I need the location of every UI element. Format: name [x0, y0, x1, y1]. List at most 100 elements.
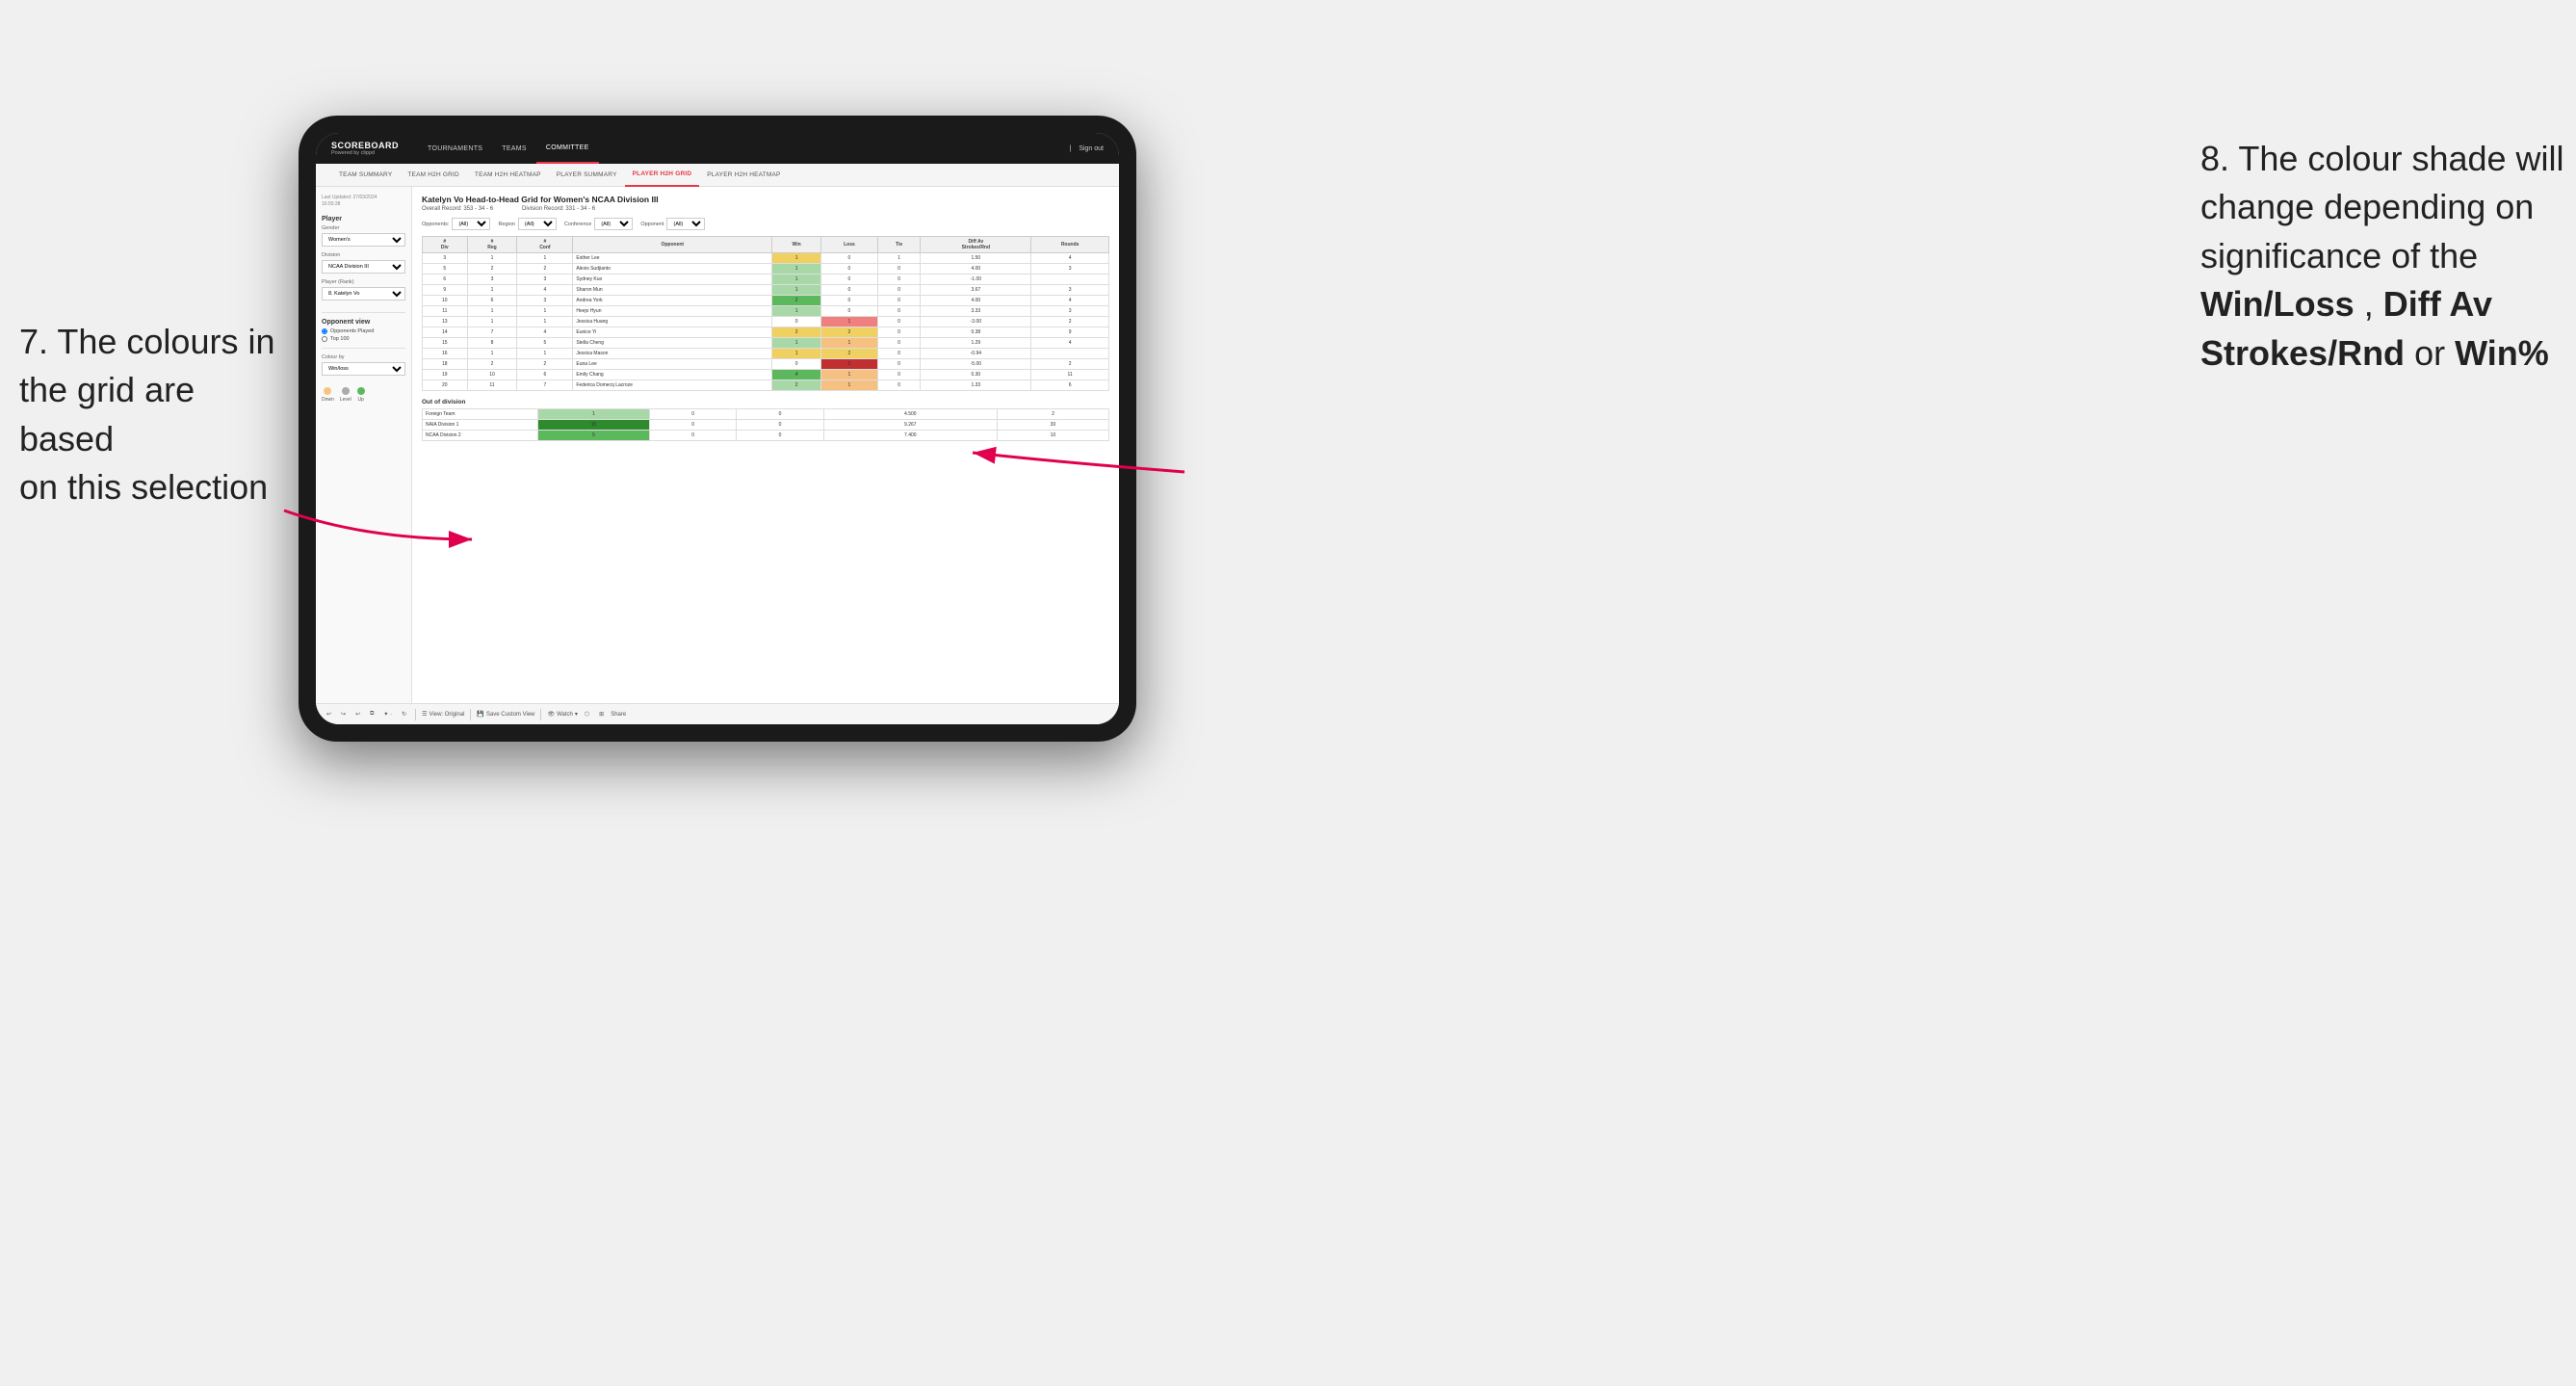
colour-dot-level: [342, 387, 350, 395]
grid-title: Katelyn Vo Head-to-Head Grid for Women's…: [422, 195, 1109, 204]
table-row: 633 Sydney Kuo 1 0 0 -1.00: [423, 275, 1109, 285]
save-icon: 💾: [477, 711, 483, 718]
colour-legend-down: Down: [322, 387, 334, 403]
table-row: 1822 Euna Lee 0 2 0 -5.002: [423, 359, 1109, 370]
radio-opponents-played-input[interactable]: [322, 328, 327, 334]
sub-nav-team-h2h-heatmap[interactable]: TEAM H2H HEATMAP: [467, 164, 549, 187]
sidebar-colour-by-select[interactable]: Win/loss: [322, 362, 405, 376]
toolbar-save-custom[interactable]: 💾 Save Custom View: [477, 711, 534, 718]
nav-items: TOURNAMENTS TEAMS COMMITTEE: [418, 133, 1069, 164]
col-div: #Div: [423, 237, 468, 253]
sub-nav-player-summary[interactable]: PLAYER SUMMARY: [549, 164, 625, 187]
sidebar-division-select[interactable]: NCAA Division III: [322, 260, 405, 274]
ood-table: Foreign Team 1 0 0 4.500 2 NAIA Division…: [422, 408, 1109, 441]
radio-top100-label: Top 100: [330, 336, 350, 342]
col-win: Win: [772, 237, 821, 253]
table-row: 914 Sharon Mun 1 0 0 3.673: [423, 285, 1109, 296]
table-row: Foreign Team 1 0 0 4.500 2: [423, 409, 1109, 420]
col-rounds: Rounds: [1031, 237, 1109, 253]
col-tie: Tie: [877, 237, 921, 253]
colour-dot-down: [324, 387, 331, 395]
colour-legend-down-label: Down: [322, 397, 334, 403]
logo-text: SCOREBOARD: [331, 141, 399, 150]
division-record: Division Record: 331 - 34 - 6: [522, 206, 595, 212]
table-row: NAIA Division 1 15 0 0 9.267 30: [423, 420, 1109, 431]
sidebar-player-title: Player: [322, 216, 405, 222]
toolbar-share[interactable]: Share: [611, 712, 626, 718]
logo-sub: Powered by clippd: [331, 150, 399, 156]
nav-committee[interactable]: COMMITTEE: [536, 133, 599, 164]
filter-region: Region (All): [498, 218, 556, 230]
nav-tournaments[interactable]: TOURNAMENTS: [418, 133, 492, 164]
filter-opponent: Opponent (All): [640, 218, 705, 230]
toolbar-redo[interactable]: ↪: [338, 710, 349, 719]
toolbar-watch[interactable]: 👁 Watch ▾: [547, 711, 577, 718]
sidebar-player-rank-label: Player (Rank): [322, 279, 405, 285]
sidebar-gender-label: Gender: [322, 225, 405, 231]
col-reg: #Reg: [467, 237, 517, 253]
filter-row: Opponents: (All) Region (All) Conference: [422, 218, 1109, 230]
nav-separator: |: [1069, 145, 1071, 152]
sidebar-radio-top100[interactable]: Top 100: [322, 336, 405, 342]
sidebar-gender-select[interactable]: Women's: [322, 233, 405, 247]
table-row: 1311 Jessica Huang 0 1 0 -3.002: [423, 317, 1109, 327]
table-row: 1474 Eunice Yi 2 2 0 0.389: [423, 327, 1109, 338]
colour-legend-up: Up: [357, 387, 365, 403]
table-row: 1111 Heejo Hyun 1 0 0 3.333: [423, 306, 1109, 317]
grid-subtitle: Overall Record: 353 - 34 - 6 Division Re…: [422, 206, 1109, 212]
nav-teams[interactable]: TEAMS: [492, 133, 536, 164]
filter-opponent-label: Opponent: [640, 222, 664, 227]
colour-legend-up-label: Up: [358, 397, 364, 403]
view-original-icon: ☰: [422, 711, 427, 718]
tablet-device: SCOREBOARD Powered by clippd TOURNAMENTS…: [299, 116, 1136, 742]
main-content: Last Updated: 27/03/2024 16:55:38 Player…: [316, 187, 1119, 703]
sidebar-colour-section: Colour by Win/loss Down Level: [322, 354, 405, 403]
sidebar-division-label: Division: [322, 252, 405, 258]
sidebar-colour-by-label: Colour by: [322, 354, 405, 360]
watch-dropdown-icon: ▾: [575, 711, 578, 718]
overall-record: Overall Record: 353 - 34 - 6: [422, 206, 493, 212]
toolbar-undo[interactable]: ↩: [324, 710, 334, 719]
sub-nav-team-summary[interactable]: TEAM SUMMARY: [331, 164, 400, 187]
toolbar-refresh[interactable]: ↻: [399, 710, 409, 719]
filter-opponents-select[interactable]: (All): [452, 218, 490, 230]
filter-conference-select[interactable]: (All): [594, 218, 633, 230]
sub-nav-player-h2h-grid[interactable]: PLAYER H2H GRID: [625, 164, 700, 187]
table-row: 1063 Andrea York 2 0 0 4.004: [423, 296, 1109, 306]
watch-icon: 👁: [547, 711, 555, 718]
colour-legend-level: Level: [340, 387, 351, 403]
toolbar-more[interactable]: ✦ ·: [380, 710, 395, 719]
toolbar-back[interactable]: ↩: [352, 710, 363, 719]
sub-nav-team-h2h-grid[interactable]: TEAM H2H GRID: [400, 164, 467, 187]
toolbar-grid[interactable]: ⊞: [596, 710, 607, 719]
table-row: 311 Esther Lee 1 0 1 1.504: [423, 253, 1109, 264]
toolbar-divider-3: [540, 709, 541, 720]
nav-right: | Sign out: [1069, 145, 1104, 152]
sidebar-radio-group: Opponents Played Top 100: [322, 328, 405, 342]
colour-legend: Down Level Up: [322, 387, 405, 403]
sub-nav-player-h2h-heatmap[interactable]: PLAYER H2H HEATMAP: [699, 164, 788, 187]
sidebar-player-rank-select[interactable]: 8. Katelyn Vo: [322, 287, 405, 301]
col-opponent: Opponent: [573, 237, 772, 253]
filter-region-label: Region: [498, 222, 514, 227]
table-row: 522 Alexis Sudjianto 1 0 0 4.003: [423, 264, 1109, 275]
tablet-screen: SCOREBOARD Powered by clippd TOURNAMENTS…: [316, 133, 1119, 724]
filter-opponent-select[interactable]: (All): [666, 218, 705, 230]
logo-area: SCOREBOARD Powered by clippd: [331, 141, 399, 156]
out-of-division-header: Out of division: [422, 399, 1109, 405]
toolbar-divider-2: [470, 709, 471, 720]
toolbar-view-original[interactable]: ☰ View: Original: [422, 711, 464, 718]
table-row: 1611 Jessica Mason 1 2 0 -0.94: [423, 349, 1109, 359]
top-nav: SCOREBOARD Powered by clippd TOURNAMENTS…: [316, 133, 1119, 164]
filter-conference: Conference (All): [564, 218, 633, 230]
radio-opponents-played-label: Opponents Played: [330, 328, 374, 334]
toolbar-export[interactable]: ⬡: [582, 710, 592, 719]
annotation-right: 8. The colour shade will change dependin…: [2200, 135, 2566, 378]
sidebar-radio-opponents-played[interactable]: Opponents Played: [322, 328, 405, 334]
toolbar-copy[interactable]: ⧉: [367, 710, 377, 719]
filter-region-select[interactable]: (All): [518, 218, 557, 230]
sidebar: Last Updated: 27/03/2024 16:55:38 Player…: [316, 187, 412, 703]
sign-out-link[interactable]: Sign out: [1079, 145, 1104, 152]
radio-top100-input[interactable]: [322, 336, 327, 342]
filter-conference-label: Conference: [564, 222, 591, 227]
